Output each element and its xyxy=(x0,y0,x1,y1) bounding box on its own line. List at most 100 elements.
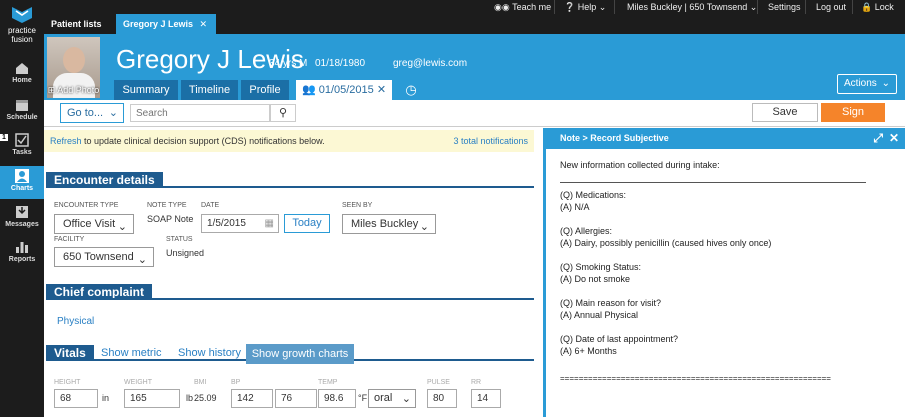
user-menu-label: Miles Buckley | 650 Townsend xyxy=(627,2,748,12)
nav-schedule-label: Schedule xyxy=(6,114,38,121)
date-label: DATE xyxy=(201,202,220,209)
actions-label: Actions xyxy=(844,78,877,89)
nav-home[interactable]: Home xyxy=(0,62,44,92)
subjective-note-text[interactable]: New information collected during intake:… xyxy=(560,159,870,385)
checkbox-icon xyxy=(15,133,29,147)
logo-text-line2: fusion xyxy=(11,35,33,44)
help-menu[interactable]: ❔ Help ⌄ xyxy=(564,0,606,14)
nav-schedule[interactable]: Schedule xyxy=(0,98,44,128)
nav-charts-label: Charts xyxy=(10,185,34,192)
sign-button[interactable]: Sign xyxy=(821,103,885,122)
calendar-icon[interactable]: ▦ xyxy=(265,215,274,232)
teach-me-link[interactable]: ◉◉ Teach me xyxy=(494,0,551,14)
chief-complaint-value[interactable]: Physical xyxy=(57,316,94,327)
patient-header: ⊞ Add Photo Gregory J Lewis 34 yrs M 01/… xyxy=(44,34,905,100)
nav-home-label: Home xyxy=(12,77,32,84)
encounter-type-select[interactable]: Office Visit ⌄ xyxy=(54,214,134,234)
height-label: HEIGHT xyxy=(54,379,81,386)
goto-label: Go to... xyxy=(67,107,104,119)
note-type-value: SOAP Note xyxy=(147,214,194,224)
nav-messages[interactable]: Messages xyxy=(0,205,44,233)
encounter-form: Encounter details ENCOUNTER TYPE Office … xyxy=(44,152,534,417)
encounter-type-value: Office Visit xyxy=(63,218,116,230)
status-label: STATUS xyxy=(166,236,193,243)
search-icon[interactable]: ⚲ xyxy=(270,104,296,122)
close-icon[interactable]: ✕ xyxy=(889,128,899,149)
close-icon[interactable]: ✕ xyxy=(377,84,386,96)
goto-dropdown[interactable]: Go to... ⌄ xyxy=(60,103,124,123)
bar-chart-icon xyxy=(16,242,28,253)
bmi-value: 25.09 xyxy=(194,393,217,403)
temp-method-select[interactable]: oral ⌄ xyxy=(368,389,416,408)
pulse-input[interactable]: 80 xyxy=(427,389,457,408)
note-line: (Q) Allergies: xyxy=(560,226,613,236)
lock-button[interactable]: 🔒 Lock xyxy=(861,0,894,14)
show-growth-charts-button[interactable]: Show growth charts xyxy=(246,344,354,364)
inbox-icon xyxy=(16,206,28,218)
show-history-link[interactable]: Show history xyxy=(176,347,243,359)
user-menu[interactable]: Miles Buckley | 650 Townsend ⌄ xyxy=(627,0,757,14)
nav-tasks-label: Tasks xyxy=(12,149,32,156)
expand-icon[interactable]: ⤢ xyxy=(873,128,883,149)
add-photo-label: Add Photo xyxy=(57,85,100,95)
calendar-icon xyxy=(16,100,28,111)
rr-label: RR xyxy=(471,379,482,386)
tab-timeline[interactable]: Timeline xyxy=(181,80,238,100)
teach-me-label: Teach me xyxy=(512,2,552,12)
chevron-down-icon: ⌄ xyxy=(419,221,429,233)
search-input[interactable] xyxy=(130,104,270,122)
note-line: (Q) Date of last appointment? xyxy=(560,334,679,344)
height-unit: in xyxy=(102,393,110,403)
lock-icon: 🔒 xyxy=(861,2,873,12)
close-icon[interactable]: ✕ xyxy=(200,19,208,29)
chevron-down-icon: ⌄ xyxy=(117,221,127,233)
status-value: Unsigned xyxy=(166,248,205,258)
app-root: practice fusion Home Schedule 1 Tasks Ch… xyxy=(0,0,905,417)
plus-icon: ⊞ xyxy=(47,85,56,95)
today-button[interactable]: Today xyxy=(284,214,330,233)
show-metric-link[interactable]: Show metric xyxy=(99,347,164,359)
cds-refresh-link[interactable]: Refresh xyxy=(50,136,82,146)
nav-charts[interactable]: Charts xyxy=(0,166,44,199)
patient-tab-active[interactable]: Gregory J Lewis ✕ xyxy=(116,14,216,34)
chevron-down-icon: ⌄ xyxy=(881,78,890,89)
tab-encounter[interactable]: 👥 01/05/2015 ✕ xyxy=(296,80,392,100)
binoculars-icon: ◉◉ xyxy=(494,2,510,12)
patient-photo[interactable]: ⊞ Add Photo xyxy=(47,37,100,98)
facility-select[interactable]: 650 Townsend ⌄ xyxy=(54,247,154,267)
bp-systolic-input[interactable]: 142 xyxy=(231,389,273,408)
height-input[interactable]: 68 xyxy=(54,389,98,408)
cds-total-link[interactable]: 3 total notifications xyxy=(453,130,528,152)
cds-banner: Refresh to update clinical decision supp… xyxy=(44,130,534,152)
settings-link[interactable]: Settings xyxy=(768,0,801,14)
nav-tasks[interactable]: 1 Tasks xyxy=(0,133,44,161)
save-button[interactable]: Save xyxy=(752,103,818,122)
weight-unit: lb xyxy=(186,393,194,403)
date-field[interactable]: 1/5/2015 ▦ xyxy=(201,214,279,233)
weight-input[interactable]: 165 xyxy=(124,389,180,408)
nav-reports[interactable]: Reports xyxy=(0,240,44,268)
note-line: (A) Dairy, possibly penicillin (caused h… xyxy=(560,238,772,248)
tab-summary[interactable]: Summary xyxy=(114,80,178,100)
logout-link[interactable]: Log out xyxy=(816,0,846,14)
temp-input[interactable]: 98.6 xyxy=(318,389,356,408)
note-divider xyxy=(560,171,866,183)
patient-dob: 01/18/1980 xyxy=(315,58,366,69)
rr-input[interactable]: 14 xyxy=(471,389,501,408)
chevron-down-icon: ⌄ xyxy=(108,107,118,119)
add-photo-button[interactable]: ⊞ Add Photo xyxy=(47,85,100,96)
practice-fusion-logo[interactable]: practice fusion xyxy=(0,0,44,54)
facility-label: FACILITY xyxy=(54,236,85,243)
patient-lists-tab[interactable]: Patient lists xyxy=(51,14,102,34)
tasks-count-badge: 1 xyxy=(0,134,8,141)
tab-profile[interactable]: Profile xyxy=(241,80,289,100)
chevron-down-icon: ⌄ xyxy=(598,2,607,12)
bp-diastolic-input[interactable]: 76 xyxy=(275,389,317,408)
seen-by-select[interactable]: Miles Buckley ⌄ xyxy=(342,214,436,234)
history-icon[interactable]: ◷ xyxy=(399,80,423,100)
actions-dropdown[interactable]: Actions ⌄ xyxy=(837,74,897,94)
patient-age-sex: 34 yrs M xyxy=(269,58,308,69)
patient-email[interactable]: greg@lewis.com xyxy=(393,58,467,69)
note-line: New information collected during intake: xyxy=(560,160,720,170)
date-value: 1/5/2015 xyxy=(207,218,246,229)
